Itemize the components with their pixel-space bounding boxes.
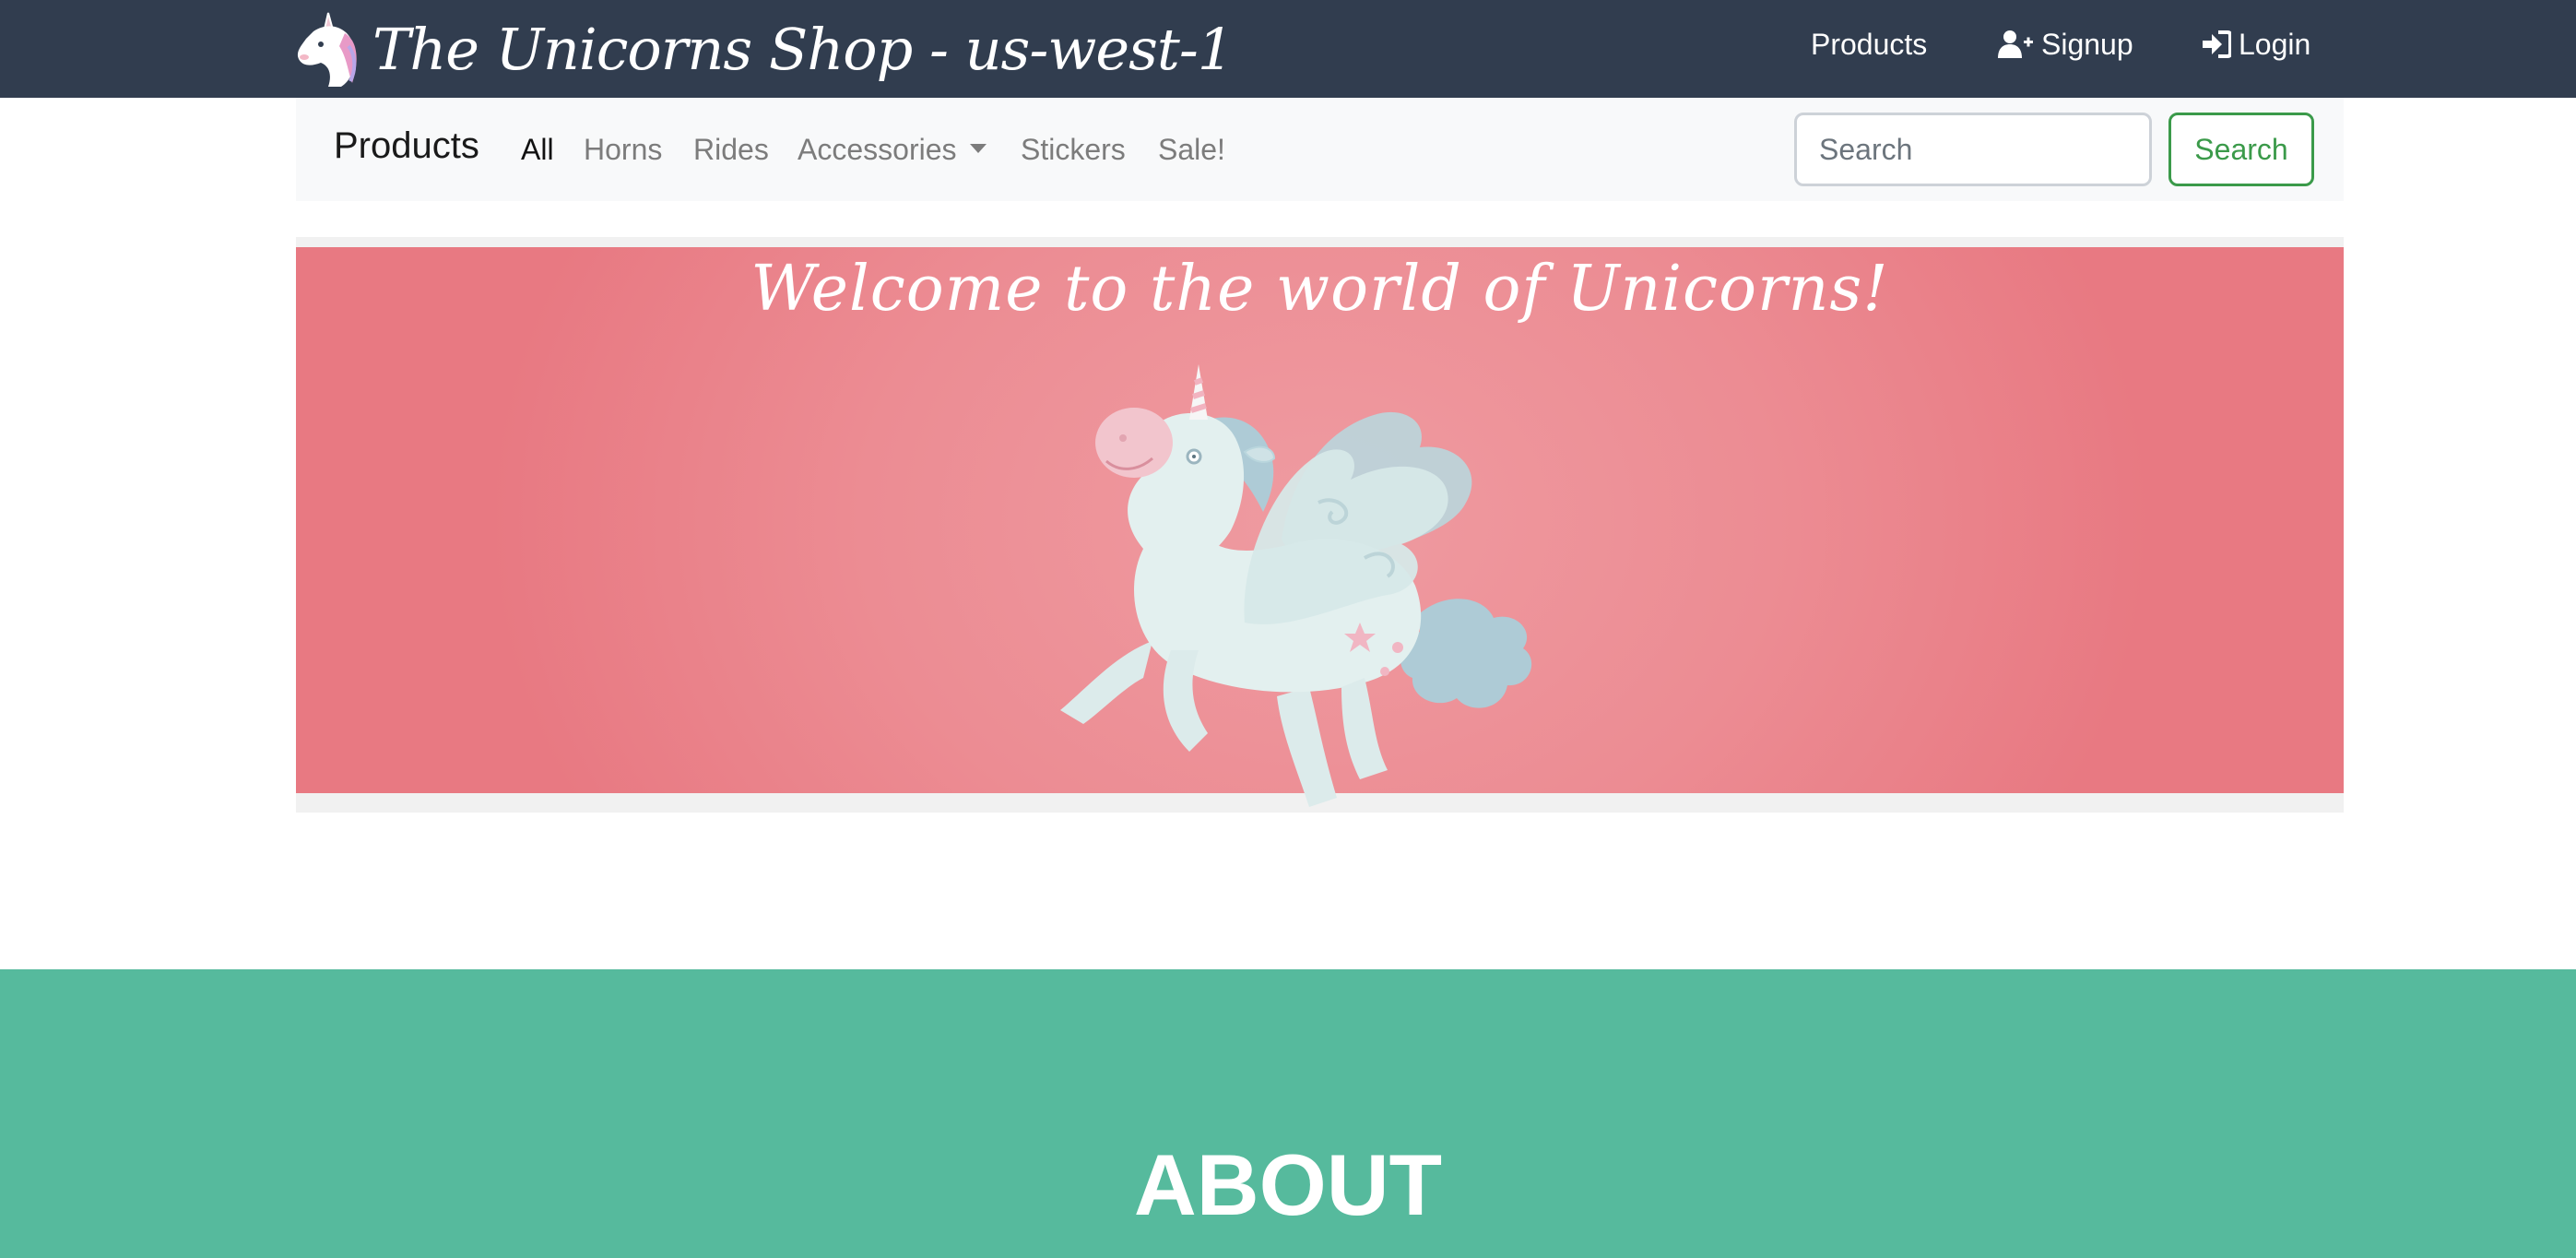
flying-unicorn-illustration — [1060, 364, 1532, 807]
subnav-brand[interactable]: Products — [334, 125, 479, 167]
search-input[interactable] — [1794, 113, 2152, 186]
subnav-accessories-label: Accessories — [798, 133, 957, 166]
nav-products-label: Products — [1811, 27, 1928, 61]
search-button[interactable]: Search — [2168, 113, 2314, 186]
brand[interactable]: The Unicorns Shop - us-west-1 — [293, 0, 1234, 98]
about-title: ABOUT — [1133, 1136, 1443, 1233]
nav-products-link[interactable]: Products — [1811, 0, 1927, 89]
user-plus-icon — [1997, 30, 2034, 59]
banner-title: Welcome to the world of Unicorns! — [750, 253, 1889, 326]
brand-title: The Unicorns Shop - us-west-1 — [372, 15, 1234, 83]
nav-login-label: Login — [2239, 27, 2311, 61]
nav-signup-link[interactable]: Signup — [1997, 0, 2133, 89]
subnav-link-stickers[interactable]: Stickers — [1021, 133, 1126, 167]
unicorn-logo-icon — [293, 9, 363, 89]
caret-down-icon — [969, 143, 987, 153]
sign-in-icon — [2202, 30, 2231, 58]
subnav-link-horns[interactable]: Horns — [584, 133, 662, 167]
subnav-link-sale[interactable]: Sale! — [1158, 133, 1225, 167]
subnav-link-rides[interactable]: Rides — [693, 133, 769, 167]
nav-signup-label: Signup — [2041, 27, 2133, 61]
nav-login-link[interactable]: Login — [2202, 0, 2310, 89]
subnav-dropdown-accessories[interactable]: Accessories — [798, 133, 987, 167]
subnav-link-all[interactable]: All — [521, 133, 554, 167]
